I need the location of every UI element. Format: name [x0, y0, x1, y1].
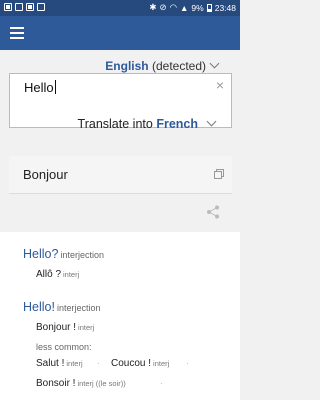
notification-icons [4, 3, 45, 11]
dictionary-panel: Hello? interjection Allô ? interj Hello! in… [0, 232, 240, 400]
dictionary-translation[interactable]: Coucou ! interj [111, 358, 169, 369]
source-language-selector[interactable]: English (detected) [105, 59, 206, 73]
bluetooth-icon: ✱ [149, 2, 157, 12]
notification-icon [26, 3, 34, 11]
text-caret [54, 80, 56, 94]
battery-icon [206, 3, 212, 12]
source-text: Hello [24, 80, 54, 95]
source-language-chevron-down-icon[interactable] [209, 58, 220, 69]
notification-icon [37, 3, 45, 11]
source-language: English [105, 59, 149, 73]
clock: 23:48 [214, 2, 236, 13]
notification-icon [15, 3, 23, 11]
target-language: French [156, 117, 198, 131]
part-of-speech: interjection [56, 303, 101, 313]
dictionary-headword: Hello! interjection [23, 300, 101, 314]
part-of-speech: interjection [60, 250, 104, 260]
separator-dot: · [160, 379, 163, 388]
share-icon[interactable] [206, 205, 220, 219]
translation-result: Bonjour [9, 156, 232, 194]
target-language-selector[interactable]: Translate into French [0, 115, 240, 133]
mute-icon: ⊘ [159, 2, 167, 12]
dictionary-translation[interactable]: Salut ! interj [36, 358, 83, 369]
translation-text: Bonjour [23, 167, 68, 182]
battery-level: 9% [191, 2, 204, 13]
app-bar [0, 16, 240, 50]
target-language-chevron-down-icon[interactable] [206, 116, 217, 127]
separator-dot: · [97, 359, 100, 368]
dictionary-translation[interactable]: Bonjour ! interj [36, 322, 94, 333]
signal-icon: ▲ [180, 2, 189, 13]
wifi-icon: ◠ [169, 2, 177, 12]
separator-dot: · [186, 359, 189, 368]
dictionary-translation[interactable]: Allô ? interj [36, 269, 79, 280]
dictionary-translation[interactable]: Bonsoir ! interj ((le soir)) [36, 378, 126, 389]
dictionary-headword: Hello? interjection [23, 247, 104, 261]
menu-icon[interactable] [10, 27, 24, 39]
copy-icon[interactable] [214, 169, 224, 179]
status-right: ✱ ⊘ ◠ ▲ 9% 23:48 [149, 2, 236, 13]
translate-into-label: Translate into [77, 117, 153, 131]
notification-icon [4, 3, 12, 11]
clear-icon[interactable]: × [216, 77, 224, 93]
detected-label: (detected) [151, 59, 206, 73]
less-common-label: less common: [36, 342, 92, 352]
status-bar: ✱ ⊘ ◠ ▲ 9% 23:48 [0, 0, 240, 16]
